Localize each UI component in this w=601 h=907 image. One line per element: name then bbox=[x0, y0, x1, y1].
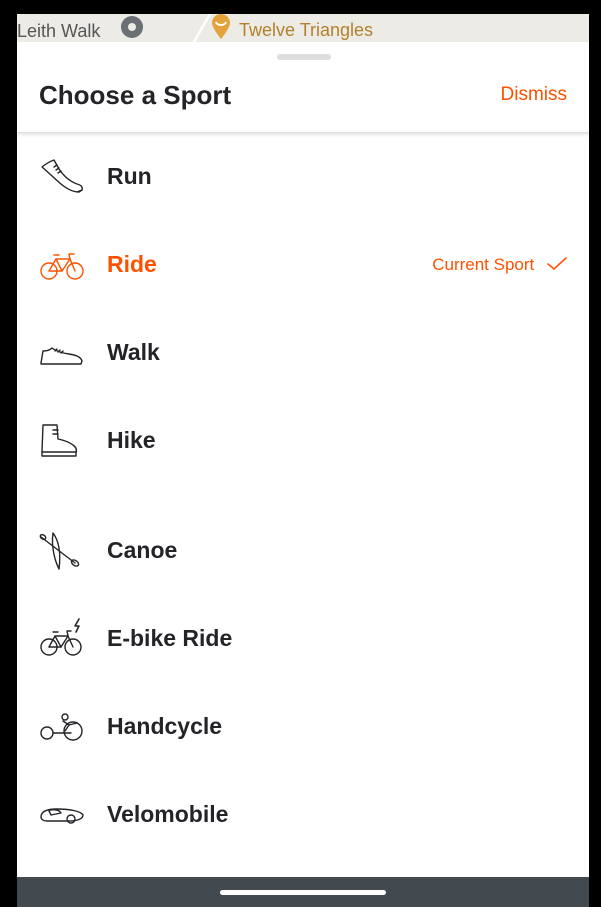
map-location-pin-icon bbox=[210, 14, 232, 40]
sport-label: Walk bbox=[107, 339, 160, 365]
current-sport-indicator: Current Sport bbox=[432, 255, 567, 276]
sport-item-velomobile[interactable]: Velomobile bbox=[17, 771, 589, 859]
canoe-icon bbox=[39, 531, 85, 571]
sheet-drag-handle[interactable] bbox=[277, 54, 331, 60]
sport-item-run[interactable]: Run bbox=[17, 133, 589, 221]
sport-label: Hike bbox=[107, 427, 156, 453]
handcycle-icon bbox=[39, 707, 85, 747]
current-sport-label: Current Sport bbox=[432, 255, 535, 274]
sheet-title: Choose a Sport bbox=[39, 80, 232, 110]
sport-label: Canoe bbox=[107, 537, 178, 563]
sport-label: E-bike Ride bbox=[107, 625, 233, 651]
map-place-label: Twelve Triangles bbox=[239, 20, 374, 40]
hiking-boot-icon bbox=[39, 421, 85, 461]
system-navigation-bar bbox=[17, 877, 589, 907]
sport-label: Velomobile bbox=[107, 801, 229, 827]
ebike-icon bbox=[39, 618, 85, 659]
sport-item-hike[interactable]: Hike bbox=[17, 397, 589, 485]
sport-picker-sheet: Choose a Sport Dismiss Run Ride Current … bbox=[17, 42, 589, 877]
device-frame: Leith Walk Twelve Triangles Choose a Spo… bbox=[0, 0, 601, 907]
sport-label: Run bbox=[107, 163, 152, 189]
home-gesture-bar[interactable] bbox=[220, 890, 386, 895]
bicycle-icon bbox=[39, 245, 85, 285]
checkmark-icon bbox=[547, 256, 567, 276]
sport-item-walk[interactable]: Walk bbox=[17, 309, 589, 397]
screen: Leith Walk Twelve Triangles Choose a Spo… bbox=[17, 14, 589, 907]
sport-label: Ride bbox=[107, 251, 157, 277]
walk-shoe-icon bbox=[39, 333, 85, 373]
sport-item-canoe[interactable]: Canoe bbox=[17, 507, 589, 595]
sport-label: Handcycle bbox=[107, 713, 223, 739]
map-pin-icon bbox=[121, 16, 143, 38]
dismiss-button[interactable]: Dismiss bbox=[501, 84, 568, 106]
velomobile-icon bbox=[39, 795, 85, 835]
map-background: Leith Walk Twelve Triangles bbox=[17, 14, 589, 42]
sport-item-handcycle[interactable]: Handcycle bbox=[17, 683, 589, 771]
run-shoe-icon bbox=[39, 157, 85, 197]
sport-item-ebike-ride[interactable]: E-bike Ride bbox=[17, 595, 589, 683]
sport-item-ride[interactable]: Ride Current Sport bbox=[17, 221, 589, 309]
map-street-label: Leith Walk bbox=[17, 21, 101, 41]
